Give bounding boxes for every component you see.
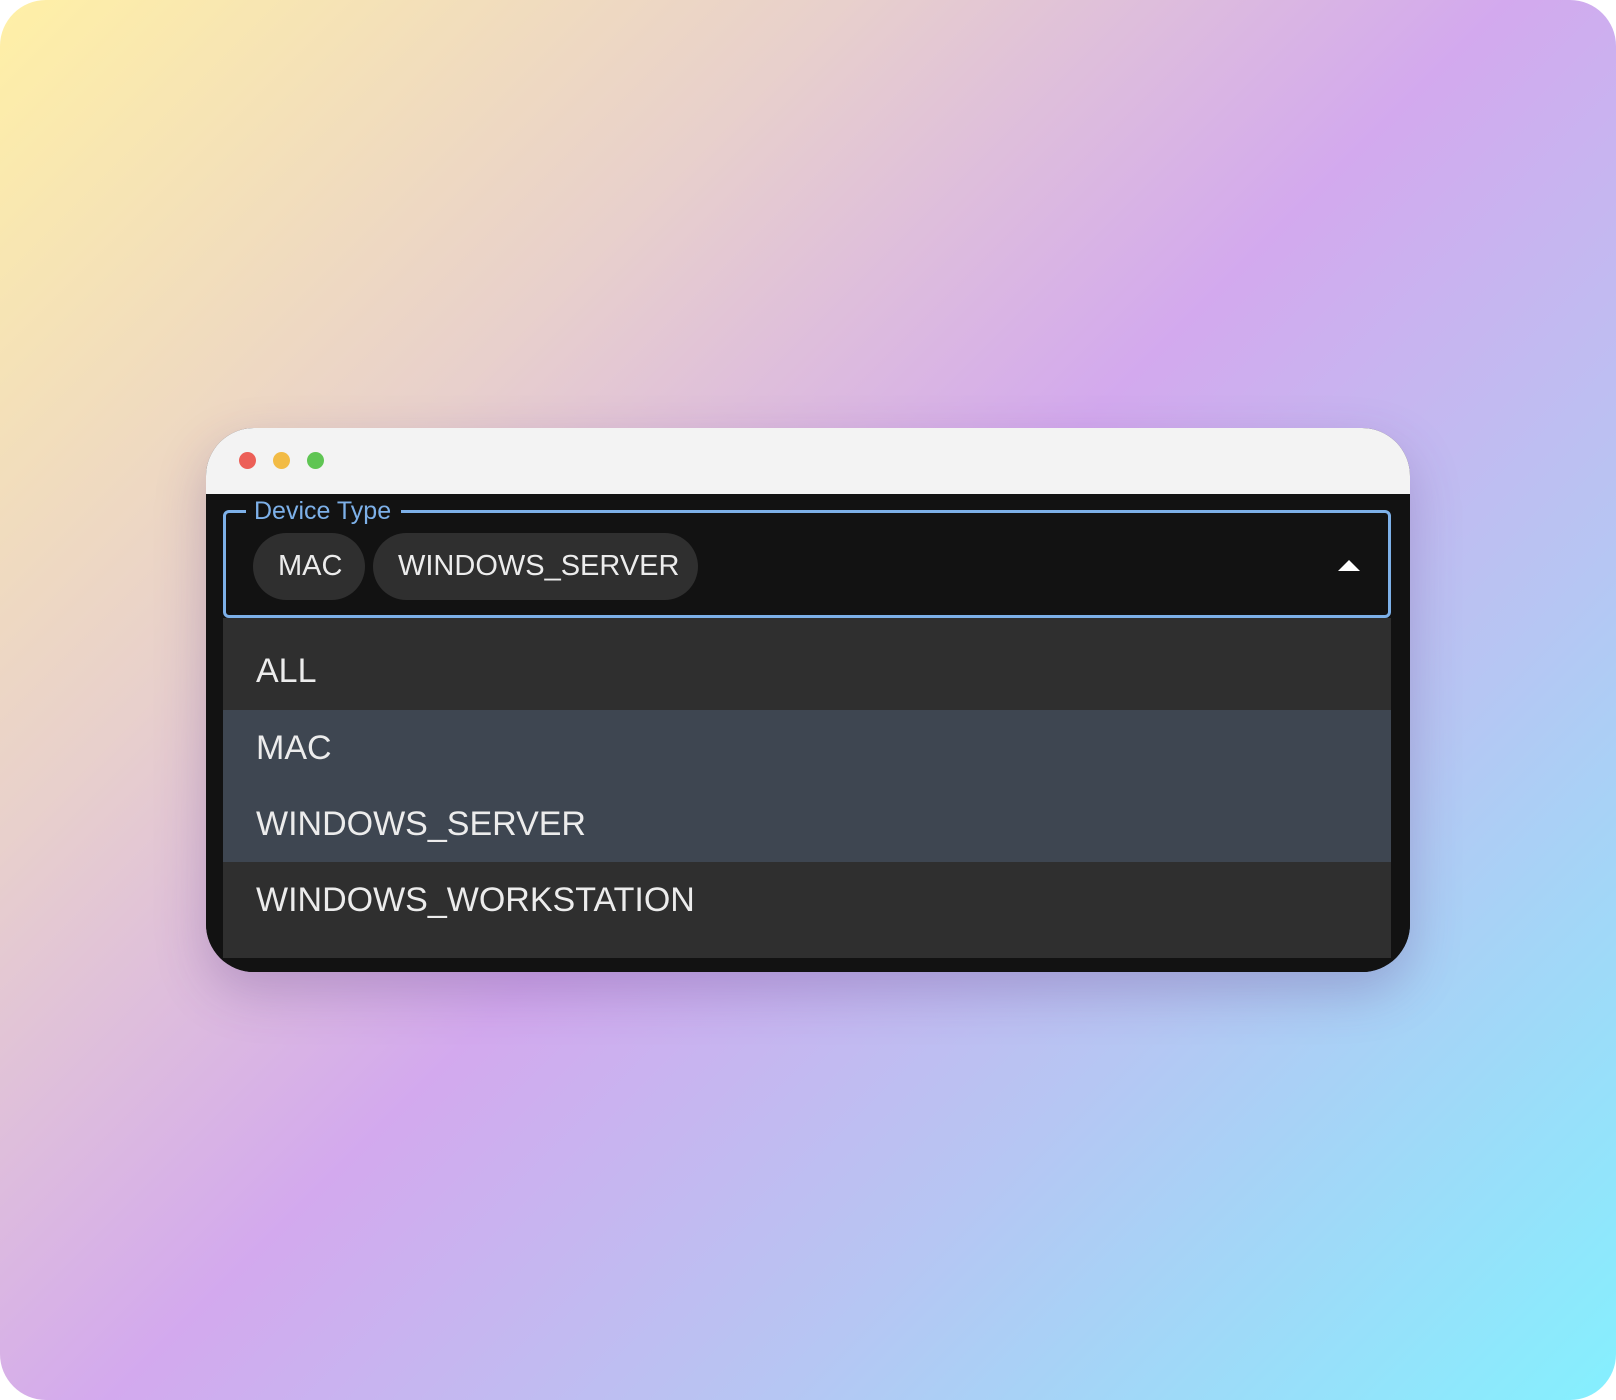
device-type-select[interactable]: Device Type MAC WINDOWS_SERVER <box>223 495 1391 618</box>
minimize-window-button[interactable] <box>273 452 290 469</box>
caret-up-icon[interactable] <box>1338 560 1360 571</box>
title-bar <box>206 428 1410 494</box>
close-window-button[interactable] <box>239 452 256 469</box>
option-windows-workstation[interactable]: WINDOWS_WORKSTATION <box>223 862 1391 938</box>
option-windows-server[interactable]: WINDOWS_SERVER <box>223 786 1391 862</box>
dropdown-menu: ALL MAC WINDOWS_SERVER WINDOWS_WORKSTATI… <box>223 618 1391 958</box>
option-all[interactable]: ALL <box>223 632 1391 710</box>
app-window: Device Type MAC WINDOWS_SERVER ALL MAC W… <box>206 428 1410 972</box>
window-content: Device Type MAC WINDOWS_SERVER ALL MAC W… <box>206 494 1410 972</box>
selected-chip-mac[interactable]: MAC <box>253 533 365 600</box>
option-mac[interactable]: MAC <box>223 710 1391 786</box>
device-type-label: Device Type <box>246 495 402 527</box>
zoom-window-button[interactable] <box>307 452 324 469</box>
selected-chip-windows-server[interactable]: WINDOWS_SERVER <box>373 533 698 600</box>
